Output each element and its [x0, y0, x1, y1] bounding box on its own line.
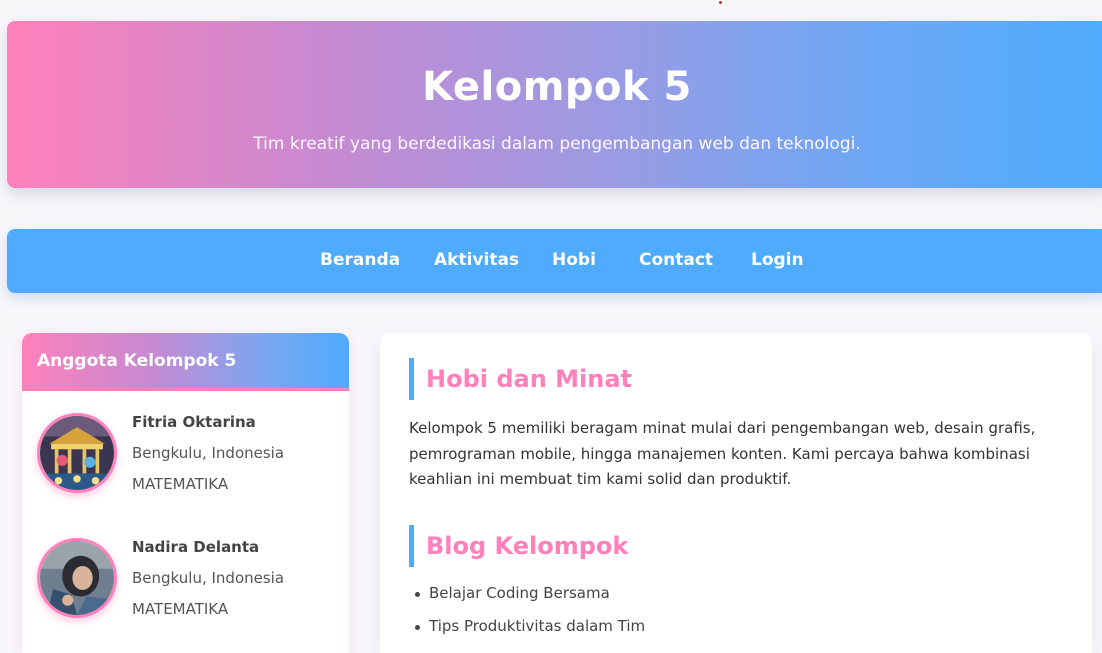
hero-banner: Kelompok 5 Tim kreatif yang berdedikasi … — [7, 21, 1102, 188]
portrait-photo-icon — [40, 541, 114, 615]
member-major: MATEMATIKA — [132, 475, 229, 493]
member-major: MATEMATIKA — [132, 600, 229, 618]
member-location: Bengkulu, Indonesia — [132, 569, 285, 587]
main-navigation: Beranda Aktivitas Hobi Contact Login — [7, 229, 1102, 293]
nav-link-beranda[interactable]: Beranda — [320, 250, 400, 270]
blog-list: Belajar Coding Bersama Tips Produktivita… — [415, 584, 645, 650]
avatar — [37, 538, 117, 618]
hobbies-paragraph: Kelompok 5 memiliki beragam minat mulai … — [409, 419, 1036, 488]
member-card: Nadira Delanta Bengkulu, Indonesia MATEM… — [22, 538, 349, 638]
blog-item[interactable]: Belajar Coding Bersama — [415, 584, 645, 617]
member-name: Nadira Delanta — [132, 538, 260, 556]
member-name: Fitria Oktarina — [132, 413, 256, 431]
blog-item[interactable]: Tips Produktivitas dalam Tim — [415, 617, 645, 650]
page-title: Kelompok 5 — [422, 64, 692, 110]
nav-link-login[interactable]: Login — [751, 250, 804, 270]
blog-heading: Blog Kelompok — [409, 525, 628, 567]
avatar — [37, 413, 117, 493]
status-dot — [719, 1, 722, 4]
main-content: Hobi dan Minat Kelompok 5 memiliki berag… — [380, 333, 1092, 653]
nav-link-hobi[interactable]: Hobi — [552, 250, 596, 270]
members-sidebar: Anggota Kelompok 5 Fitria Oktarina Bengk… — [22, 333, 349, 653]
carousel-photo-icon — [40, 416, 114, 490]
sidebar-title: Anggota Kelompok 5 — [22, 333, 349, 391]
nav-link-aktivitas[interactable]: Aktivitas — [434, 250, 519, 270]
page-subtitle: Tim kreatif yang berdedikasi dalam penge… — [253, 134, 861, 154]
nav-link-contact[interactable]: Contact — [639, 250, 713, 270]
hobbies-heading: Hobi dan Minat — [409, 358, 632, 400]
member-card: Fitria Oktarina Bengkulu, Indonesia MATE… — [22, 413, 349, 513]
member-location: Bengkulu, Indonesia — [132, 444, 285, 462]
